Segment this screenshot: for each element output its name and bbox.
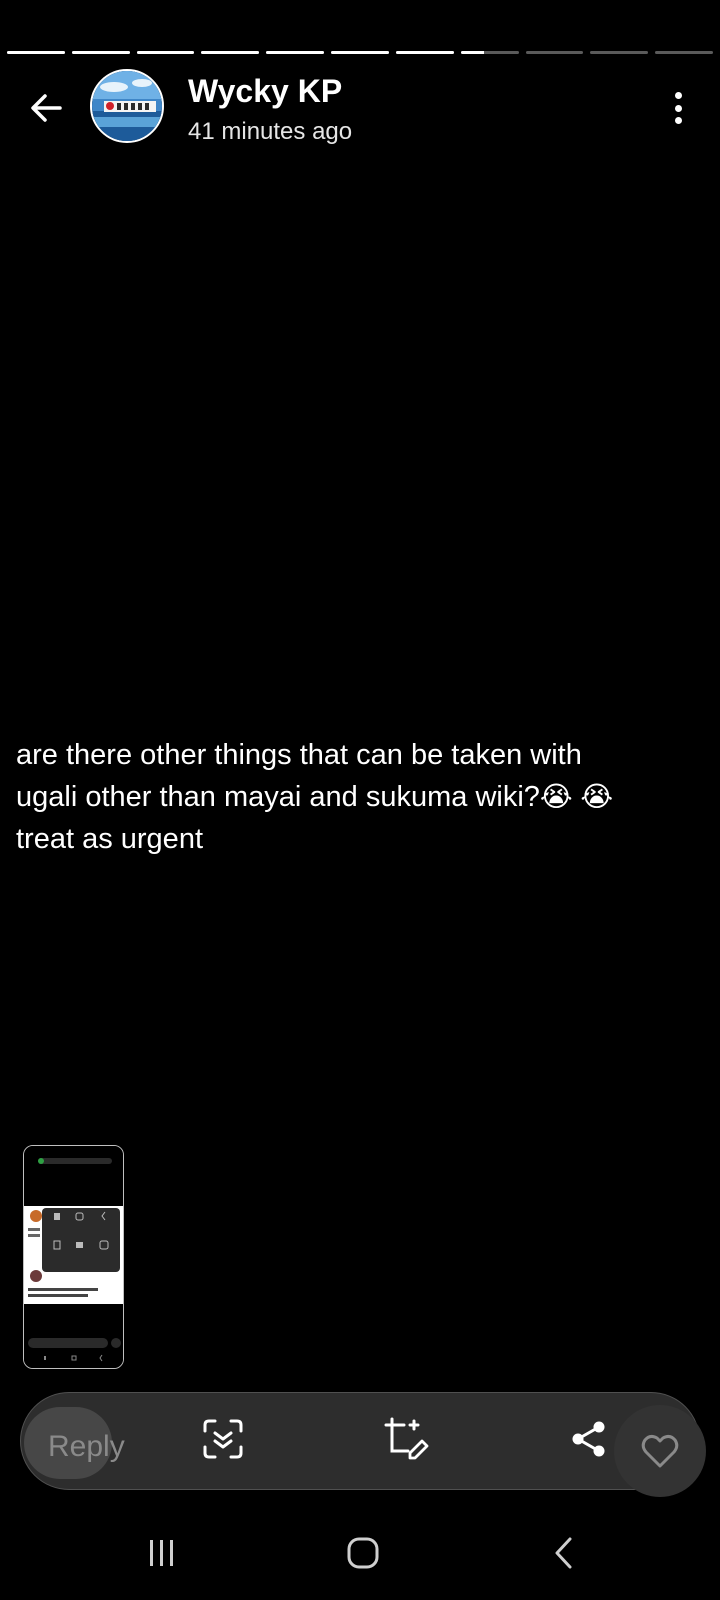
user-name[interactable]: Wycky KP [188, 73, 342, 110]
nav-back-button[interactable] [534, 1528, 594, 1578]
heart-icon [641, 1434, 679, 1468]
arrow-left-icon [31, 94, 62, 122]
posted-time: 41 minutes ago [188, 118, 353, 145]
screenshot-preview-image [24, 1146, 123, 1368]
progress-segment [525, 51, 584, 54]
share-button[interactable] [561, 1411, 617, 1467]
chevron-left-icon [555, 1537, 572, 1569]
story-text-line: ugali other than mayai and sukuma wiki? [16, 781, 540, 813]
crop-edit-icon [384, 1417, 429, 1460]
avatar[interactable] [90, 69, 164, 143]
progress-segment-fill [201, 51, 260, 54]
progress-segment-fill [460, 51, 484, 54]
progress-segment [331, 51, 389, 54]
progress-segment-fill [266, 51, 325, 54]
avatar-image [92, 71, 162, 141]
story-text-line: are there other things that can be taken… [16, 739, 582, 771]
progress-segment-fill [395, 51, 454, 54]
story-progress-bar [7, 51, 713, 54]
recents-icon [150, 1540, 173, 1566]
story-text-line: treat as urgent [16, 823, 203, 855]
back-button[interactable] [22, 84, 70, 132]
recents-button[interactable] [132, 1528, 192, 1578]
attached-screenshot-thumbnail[interactable] [23, 1145, 124, 1369]
crying-emoji: 😭 😭 [539, 781, 614, 812]
reply-input[interactable]: Reply [48, 1430, 125, 1464]
progress-segment [71, 51, 130, 54]
share-icon [572, 1421, 605, 1457]
scan-button[interactable] [195, 1411, 251, 1467]
progress-segment-fill [331, 51, 389, 54]
edit-crop-button[interactable] [378, 1411, 434, 1467]
more-options-button[interactable] [664, 88, 692, 128]
scan-icon [203, 1419, 243, 1459]
progress-segment [7, 51, 65, 54]
progress-segment [266, 51, 325, 54]
progress-segment [395, 51, 454, 54]
home-icon [347, 1537, 379, 1569]
more-vertical-icon [674, 92, 682, 99]
progress-segment [590, 51, 649, 54]
progress-segment [136, 51, 195, 54]
progress-segment-fill [71, 51, 130, 54]
progress-segment-fill [7, 51, 65, 54]
like-icon-wrap[interactable] [632, 1423, 688, 1479]
progress-segment [460, 51, 519, 54]
home-button[interactable] [333, 1528, 393, 1578]
progress-segment-fill [136, 51, 195, 54]
story-text: are there other things that can be taken… [16, 734, 706, 860]
progress-segment [201, 51, 260, 54]
progress-segment [655, 51, 713, 54]
